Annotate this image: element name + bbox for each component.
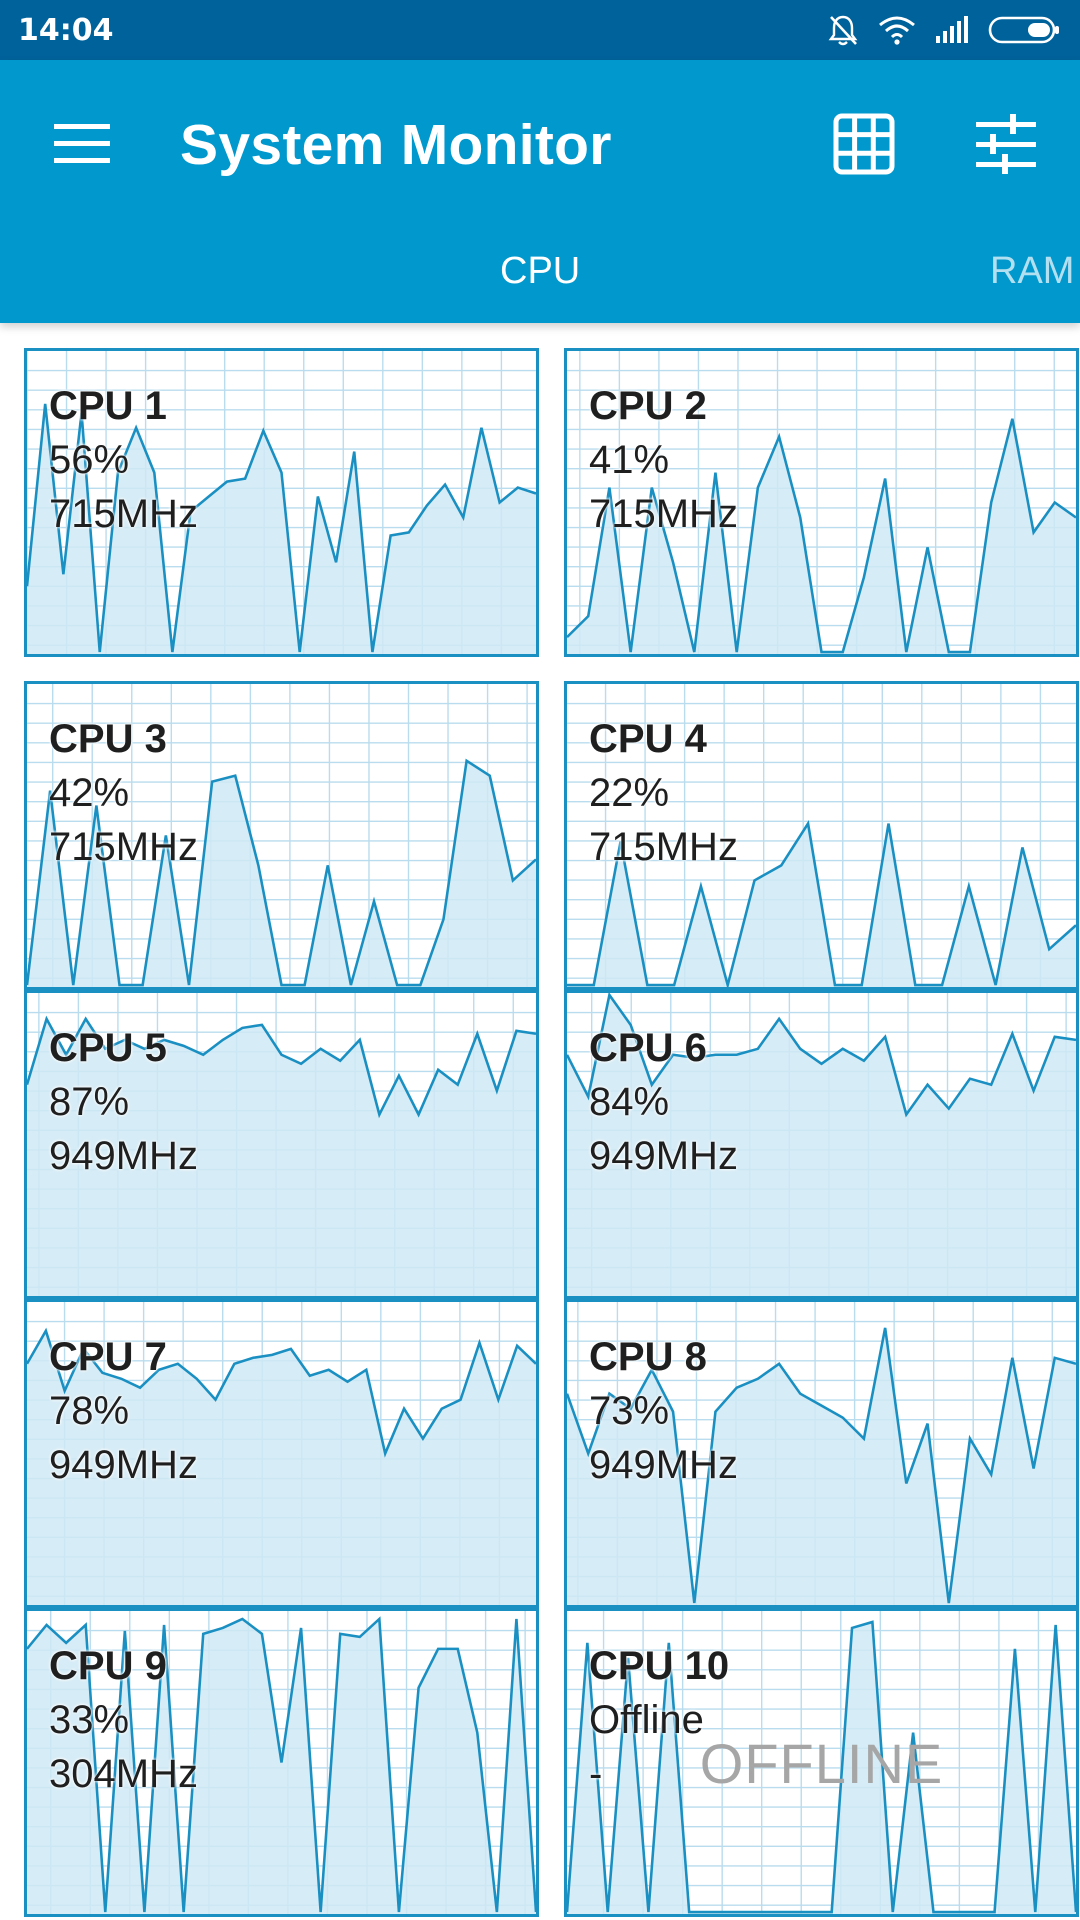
- cpu-frequency: 715MHz: [589, 492, 738, 536]
- cpu-frequency: -: [589, 1752, 603, 1796]
- cpu-load: 56%: [49, 438, 130, 482]
- wifi-icon: [879, 16, 915, 45]
- cpu-tile[interactable]: CPU 6 84% 949MHz: [564, 990, 1079, 1299]
- cpu-info: CPU 2 41% 715MHz: [589, 379, 738, 541]
- cpu-info: CPU 8 73% 949MHz: [589, 1330, 738, 1492]
- cpu-info: CPU 3 42% 715MHz: [49, 712, 198, 874]
- cpu-name: CPU 7: [49, 1335, 167, 1379]
- cpu-tile[interactable]: CPU 9 33% 304MHz: [24, 1608, 539, 1917]
- cpu-tile[interactable]: CPU 3 42% 715MHz: [24, 681, 539, 990]
- cpu-info: CPU 7 78% 949MHz: [49, 1330, 198, 1492]
- cpu-name: CPU 8: [589, 1335, 707, 1379]
- grid-view-icon[interactable]: [832, 112, 896, 176]
- cpu-frequency: 949MHz: [49, 1443, 198, 1487]
- cpu-tile[interactable]: OFFLINE CPU 10 Offline -: [564, 1608, 1079, 1917]
- cpu-load: 73%: [589, 1389, 670, 1433]
- cpu-name: CPU 9: [49, 1644, 167, 1688]
- cpu-name: CPU 1: [49, 384, 167, 428]
- cpu-frequency: 715MHz: [49, 825, 198, 869]
- cpu-name: CPU 3: [49, 717, 167, 761]
- cpu-load: 33%: [49, 1698, 130, 1742]
- cpu-load: 87%: [49, 1080, 130, 1124]
- tab-ram[interactable]: RAM: [990, 250, 1074, 293]
- cpu-info: CPU 1 56% 715MHz: [49, 379, 198, 541]
- cpu-load: 84%: [589, 1080, 670, 1124]
- status-icons: [826, 13, 1062, 47]
- mute-bell-icon: [828, 15, 858, 46]
- signal-icon: [936, 16, 968, 43]
- cpu-info: CPU 5 87% 949MHz: [49, 1021, 198, 1183]
- app-bar: System Monitor CPU RAM: [0, 60, 1080, 323]
- cpu-load: 41%: [589, 438, 670, 482]
- battery-icon: [988, 16, 1059, 44]
- cpu-tile[interactable]: CPU 5 87% 949MHz: [24, 990, 539, 1299]
- cpu-frequency: 304MHz: [49, 1752, 198, 1796]
- cpu-load: Offline: [589, 1698, 704, 1742]
- cpu-name: CPU 2: [589, 384, 707, 428]
- tab-cpu[interactable]: CPU: [500, 250, 580, 293]
- tune-settings-icon[interactable]: [972, 112, 1040, 176]
- cpu-name: CPU 5: [49, 1026, 167, 1070]
- cpu-name: CPU 6: [589, 1026, 707, 1070]
- cpu-tile[interactable]: CPU 1 56% 715MHz: [24, 348, 539, 657]
- cpu-name: CPU 10: [589, 1644, 730, 1688]
- cpu-tile[interactable]: CPU 7 78% 949MHz: [24, 1299, 539, 1608]
- cpu-name: CPU 4: [589, 717, 707, 761]
- cpu-info: CPU 9 33% 304MHz: [49, 1639, 198, 1801]
- cpu-grid: CPU 1 56% 715MHz CPU 2 41% 715MHz CPU 3 42% 715M…: [0, 323, 1080, 1920]
- cpu-info: CPU 4 22% 715MHz: [589, 712, 738, 874]
- page-title: System Monitor: [180, 113, 612, 177]
- hamburger-menu-icon[interactable]: [48, 114, 118, 174]
- cpu-frequency: 949MHz: [49, 1134, 198, 1178]
- cpu-info: CPU 10 Offline -: [589, 1639, 729, 1801]
- cpu-load: 42%: [49, 771, 130, 815]
- cpu-frequency: 715MHz: [589, 825, 738, 869]
- cpu-info: CPU 6 84% 949MHz: [589, 1021, 738, 1183]
- cpu-load: 22%: [589, 771, 670, 815]
- cpu-tile[interactable]: CPU 8 73% 949MHz: [564, 1299, 1079, 1608]
- cpu-frequency: 715MHz: [49, 492, 198, 536]
- status-time: 14:04: [18, 12, 114, 48]
- status-bar: 14:04: [0, 0, 1080, 60]
- cpu-tile[interactable]: CPU 2 41% 715MHz: [564, 348, 1079, 657]
- cpu-frequency: 949MHz: [589, 1134, 738, 1178]
- cpu-load: 78%: [49, 1389, 130, 1433]
- cpu-frequency: 949MHz: [589, 1443, 738, 1487]
- cpu-tile[interactable]: CPU 4 22% 715MHz: [564, 681, 1079, 990]
